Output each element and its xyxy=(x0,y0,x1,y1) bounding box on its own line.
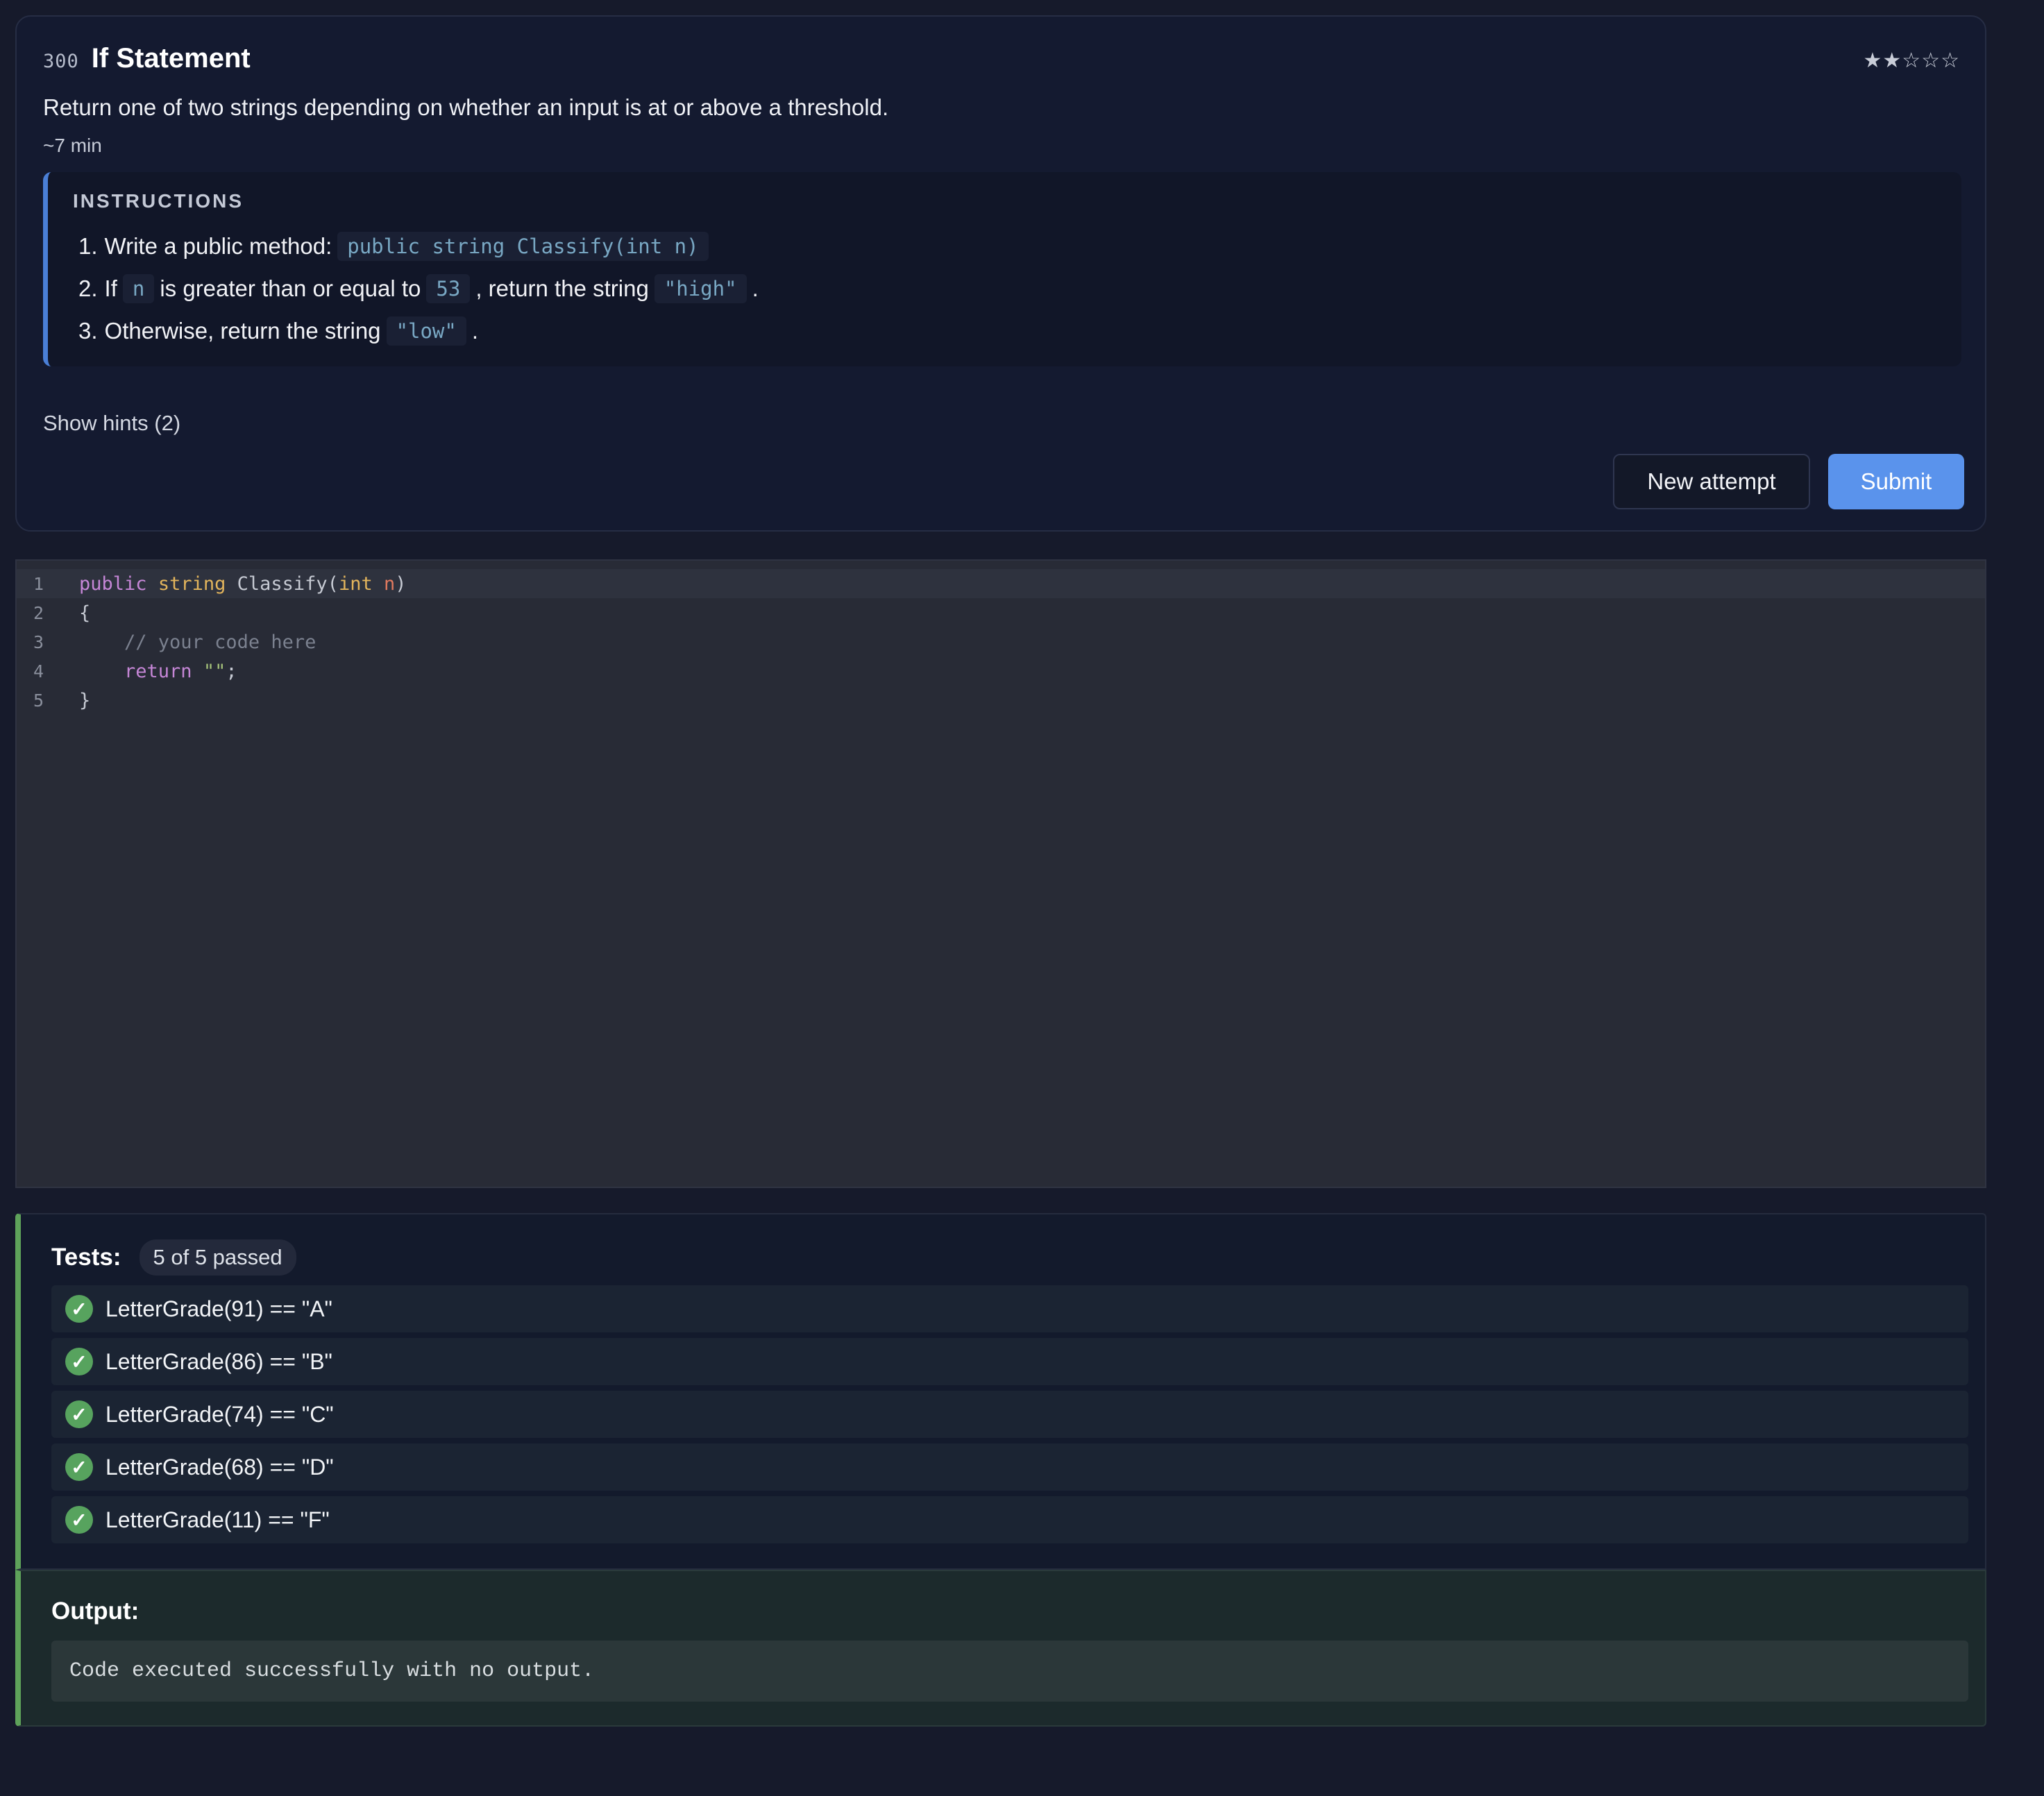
tests-summary-badge: 5 of 5 passed xyxy=(139,1239,296,1276)
code-text[interactable]: return ""; xyxy=(79,661,237,682)
type-token: int xyxy=(338,573,373,595)
inline-code: 53 xyxy=(426,273,471,303)
indent-token xyxy=(79,661,124,682)
check-circle-icon: ✓ xyxy=(65,1400,93,1428)
line-number: 5 xyxy=(33,690,44,711)
inline-code: public string Classify(int n) xyxy=(337,231,709,261)
submit-button[interactable]: Submit xyxy=(1828,454,1964,509)
check-circle-icon: ✓ xyxy=(65,1348,93,1375)
test-label: LetterGrade(11) == "F" xyxy=(105,1507,330,1532)
keyword-token: return xyxy=(124,660,192,682)
difficulty-stars-icon: ★★☆☆☆ xyxy=(1863,49,1960,72)
instruction-number: 1. xyxy=(78,232,98,259)
test-row: ✓ LetterGrade(11) == "F" xyxy=(51,1496,1968,1543)
identifier-token: Classify( xyxy=(237,573,339,595)
test-label: LetterGrade(74) == "C" xyxy=(105,1401,334,1427)
estimated-duration: ~7 min xyxy=(43,135,102,156)
check-circle-icon: ✓ xyxy=(65,1295,93,1323)
line-number: 2 xyxy=(33,602,44,623)
punctuation-token: ; xyxy=(226,660,237,682)
exercise-description: Return one of two strings depending on w… xyxy=(43,94,889,120)
test-row: ✓ LetterGrade(91) == "A" xyxy=(51,1285,1968,1332)
punctuation-token: ) xyxy=(395,573,407,595)
test-label: LetterGrade(91) == "A" xyxy=(105,1296,332,1321)
instruction-number: 2. xyxy=(78,275,98,301)
code-text[interactable]: { xyxy=(79,602,90,624)
tests-panel: Tests: 5 of 5 passed ✓ LetterGrade(91) =… xyxy=(15,1213,1986,1570)
instructions-heading: INSTRUCTIONS xyxy=(73,190,244,212)
code-text[interactable]: public string Classify(int n) xyxy=(79,573,407,595)
exercise-title: If Statement xyxy=(91,43,251,74)
instruction-text: . xyxy=(471,317,479,344)
tests-header: Tests: 5 of 5 passed xyxy=(51,1239,296,1276)
code-line-3[interactable]: 3 // your code here xyxy=(17,627,1985,656)
test-row: ✓ LetterGrade(74) == "C" xyxy=(51,1391,1968,1438)
exercise-card: 300 If Statement ★★☆☆☆ Return one of two… xyxy=(15,15,1986,532)
output-panel: Output: Code executed successfully with … xyxy=(15,1570,1986,1727)
check-circle-icon: ✓ xyxy=(65,1506,93,1534)
code-line-4[interactable]: 4 return ""; xyxy=(17,656,1985,686)
test-label: LetterGrade(68) == "D" xyxy=(105,1454,334,1480)
inline-code: "high" xyxy=(654,273,747,303)
type-token: string xyxy=(158,573,226,595)
tests-label: Tests: xyxy=(51,1244,121,1271)
string-token: "" xyxy=(203,660,226,682)
inline-code: n xyxy=(122,273,155,303)
test-label: LetterGrade(86) == "B" xyxy=(105,1348,332,1374)
new-attempt-button[interactable]: New attempt xyxy=(1613,454,1810,509)
instruction-item-2: 2. If n is greater than or equal to 53 ,… xyxy=(73,267,1936,310)
line-number: 1 xyxy=(33,573,44,594)
exercise-number: 300 xyxy=(43,51,79,72)
instructions-list: 1. Write a public method: public string … xyxy=(73,225,1936,352)
instruction-item-1: 1. Write a public method: public string … xyxy=(73,225,1936,267)
code-line-2[interactable]: 2 { xyxy=(17,598,1985,627)
check-circle-icon: ✓ xyxy=(65,1453,93,1481)
instruction-text: If xyxy=(104,275,117,301)
output-console: Code executed successfully with no outpu… xyxy=(51,1641,1968,1702)
exercise-header: 300 If Statement xyxy=(43,43,251,74)
parameter-token: n xyxy=(383,573,396,595)
output-label: Output: xyxy=(51,1598,140,1625)
instructions-panel: INSTRUCTIONS 1. Write a public method: p… xyxy=(43,172,1961,366)
instruction-text: Otherwise, return the string xyxy=(104,317,381,344)
show-hints-toggle[interactable]: Show hints (2) xyxy=(43,411,180,436)
instruction-number: 3. xyxy=(78,317,98,344)
instruction-text: is greater than or equal to xyxy=(160,275,421,301)
instruction-item-3: 3. Otherwise, return the string "low" . xyxy=(73,310,1936,352)
instruction-text: . xyxy=(752,275,759,301)
instruction-text: , return the string xyxy=(475,275,649,301)
inline-code: "low" xyxy=(386,316,466,346)
line-number: 3 xyxy=(33,632,44,652)
keyword-token: public xyxy=(79,573,147,595)
test-row: ✓ LetterGrade(86) == "B" xyxy=(51,1338,1968,1385)
code-line-1[interactable]: 1 public string Classify(int n) xyxy=(17,569,1985,598)
code-text[interactable]: } xyxy=(79,690,90,711)
instruction-text: Write a public method: xyxy=(104,232,332,259)
test-row: ✓ LetterGrade(68) == "D" xyxy=(51,1443,1968,1491)
line-number: 4 xyxy=(33,661,44,681)
code-line-5[interactable]: 5 } xyxy=(17,686,1985,715)
code-editor[interactable]: 1 public string Classify(int n) 2 { 3 //… xyxy=(15,559,1986,1188)
code-comment[interactable]: // your code here xyxy=(79,632,316,653)
